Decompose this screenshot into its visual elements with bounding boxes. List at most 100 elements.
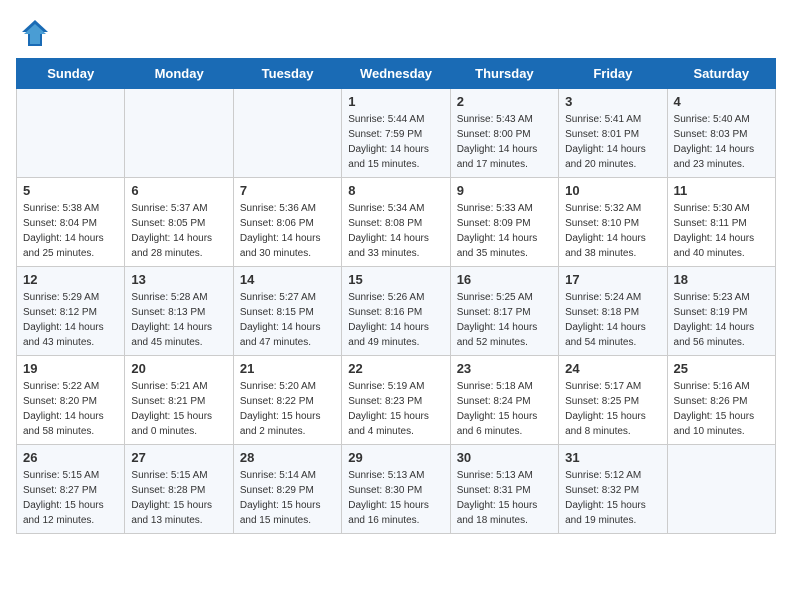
weekday-header-row: SundayMondayTuesdayWednesdayThursdayFrid… xyxy=(17,59,776,89)
day-info: Sunrise: 5:32 AM Sunset: 8:10 PM Dayligh… xyxy=(565,201,660,261)
day-number: 4 xyxy=(674,94,769,109)
day-number: 18 xyxy=(674,272,769,287)
day-number: 17 xyxy=(565,272,660,287)
day-info: Sunrise: 5:16 AM Sunset: 8:26 PM Dayligh… xyxy=(674,379,769,439)
calendar-table: SundayMondayTuesdayWednesdayThursdayFrid… xyxy=(16,58,776,534)
day-number: 7 xyxy=(240,183,335,198)
day-number: 25 xyxy=(674,361,769,376)
calendar-cell: 3 Sunrise: 5:41 AM Sunset: 8:01 PM Daylig… xyxy=(559,89,667,178)
day-info: Sunrise: 5:12 AM Sunset: 8:32 PM Dayligh… xyxy=(565,468,660,528)
calendar-cell: 11Sunrise: 5:30 AM Sunset: 8:11 PM Dayli… xyxy=(667,178,775,267)
day-info: Sunrise: 5:33 AM Sunset: 8:09 PM Dayligh… xyxy=(457,201,552,261)
weekday-header-wednesday: Wednesday xyxy=(342,59,450,89)
day-number: 14 xyxy=(240,272,335,287)
calendar-cell: 8Sunrise: 5:34 AM Sunset: 8:08 PM Daylig… xyxy=(342,178,450,267)
day-number: 9 xyxy=(457,183,552,198)
day-info: Sunrise: 5:40 AM Sunset: 8:03 PM Dayligh… xyxy=(674,112,769,172)
calendar-week-row: 19Sunrise: 5:22 AM Sunset: 8:20 PM Dayli… xyxy=(17,356,776,445)
calendar-cell xyxy=(233,89,341,178)
weekday-header-monday: Monday xyxy=(125,59,233,89)
day-info: Sunrise: 5:38 AM Sunset: 8:04 PM Dayligh… xyxy=(23,201,118,261)
calendar-cell: 12Sunrise: 5:29 AM Sunset: 8:12 PM Dayli… xyxy=(17,267,125,356)
day-info: Sunrise: 5:37 AM Sunset: 8:05 PM Dayligh… xyxy=(131,201,226,261)
day-info: Sunrise: 5:22 AM Sunset: 8:20 PM Dayligh… xyxy=(23,379,118,439)
calendar-cell xyxy=(17,89,125,178)
day-info: Sunrise: 5:19 AM Sunset: 8:23 PM Dayligh… xyxy=(348,379,443,439)
calendar-cell: 15 Sunrise: 5:26 AM Sunset: 8:16 PM Dayli… xyxy=(342,267,450,356)
calendar-cell xyxy=(667,445,775,534)
calendar-week-row: 1 Sunrise: 5:44 AM Sunset: 7:59 PM Daylig… xyxy=(17,89,776,178)
day-number: 20 xyxy=(131,361,226,376)
weekday-header-tuesday: Tuesday xyxy=(233,59,341,89)
calendar-cell: 1 Sunrise: 5:44 AM Sunset: 7:59 PM Daylig… xyxy=(342,89,450,178)
day-info: Sunrise: 5:14 AM Sunset: 8:29 PM Dayligh… xyxy=(240,468,335,528)
day-number: 23 xyxy=(457,361,552,376)
calendar-cell: 10Sunrise: 5:32 AM Sunset: 8:10 PM Dayli… xyxy=(559,178,667,267)
day-number: 1 xyxy=(348,94,443,109)
day-info: Sunrise: 5:41 AM Sunset: 8:01 PM Dayligh… xyxy=(565,112,660,172)
calendar-cell xyxy=(125,89,233,178)
calendar-cell: 17 Sunrise: 5:24 AM Sunset: 8:18 PM Dayli… xyxy=(559,267,667,356)
day-info: Sunrise: 5:13 AM Sunset: 8:31 PM Dayligh… xyxy=(457,468,552,528)
day-number: 22 xyxy=(348,361,443,376)
weekday-header-sunday: Sunday xyxy=(17,59,125,89)
calendar-cell: 26 Sunrise: 5:15 AM Sunset: 8:27 PM Dayli… xyxy=(17,445,125,534)
day-number: 13 xyxy=(131,272,226,287)
day-info: Sunrise: 5:15 AM Sunset: 8:27 PM Dayligh… xyxy=(23,468,118,528)
day-number: 6 xyxy=(131,183,226,198)
calendar-cell: 6 Sunrise: 5:37 AM Sunset: 8:05 PM Daylig… xyxy=(125,178,233,267)
calendar-week-row: 12Sunrise: 5:29 AM Sunset: 8:12 PM Dayli… xyxy=(17,267,776,356)
calendar-cell: 7 Sunrise: 5:36 AM Sunset: 8:06 PM Daylig… xyxy=(233,178,341,267)
day-info: Sunrise: 5:17 AM Sunset: 8:25 PM Dayligh… xyxy=(565,379,660,439)
day-number: 28 xyxy=(240,450,335,465)
day-number: 3 xyxy=(565,94,660,109)
calendar-cell: 28 Sunrise: 5:14 AM Sunset: 8:29 PM Dayli… xyxy=(233,445,341,534)
day-number: 16 xyxy=(457,272,552,287)
calendar-cell: 29Sunrise: 5:13 AM Sunset: 8:30 PM Dayli… xyxy=(342,445,450,534)
day-number: 5 xyxy=(23,183,118,198)
calendar-cell: 25 Sunrise: 5:16 AM Sunset: 8:26 PM Dayli… xyxy=(667,356,775,445)
calendar-cell: 2 Sunrise: 5:43 AM Sunset: 8:00 PM Daylig… xyxy=(450,89,558,178)
logo xyxy=(20,18,54,48)
day-info: Sunrise: 5:15 AM Sunset: 8:28 PM Dayligh… xyxy=(131,468,226,528)
calendar-cell: 21Sunrise: 5:20 AM Sunset: 8:22 PM Dayli… xyxy=(233,356,341,445)
day-info: Sunrise: 5:36 AM Sunset: 8:06 PM Dayligh… xyxy=(240,201,335,261)
day-info: Sunrise: 5:29 AM Sunset: 8:12 PM Dayligh… xyxy=(23,290,118,350)
calendar-cell: 9 Sunrise: 5:33 AM Sunset: 8:09 PM Daylig… xyxy=(450,178,558,267)
day-number: 26 xyxy=(23,450,118,465)
day-info: Sunrise: 5:25 AM Sunset: 8:17 PM Dayligh… xyxy=(457,290,552,350)
day-info: Sunrise: 5:44 AM Sunset: 7:59 PM Dayligh… xyxy=(348,112,443,172)
day-info: Sunrise: 5:20 AM Sunset: 8:22 PM Dayligh… xyxy=(240,379,335,439)
day-number: 30 xyxy=(457,450,552,465)
calendar-cell: 30 Sunrise: 5:13 AM Sunset: 8:31 PM Dayli… xyxy=(450,445,558,534)
day-info: Sunrise: 5:28 AM Sunset: 8:13 PM Dayligh… xyxy=(131,290,226,350)
calendar-cell: 5 Sunrise: 5:38 AM Sunset: 8:04 PM Daylig… xyxy=(17,178,125,267)
weekday-header-thursday: Thursday xyxy=(450,59,558,89)
day-number: 2 xyxy=(457,94,552,109)
weekday-header-friday: Friday xyxy=(559,59,667,89)
calendar-week-row: 5 Sunrise: 5:38 AM Sunset: 8:04 PM Daylig… xyxy=(17,178,776,267)
day-info: Sunrise: 5:18 AM Sunset: 8:24 PM Dayligh… xyxy=(457,379,552,439)
calendar-wrapper: SundayMondayTuesdayWednesdayThursdayFrid… xyxy=(0,58,792,550)
calendar-cell: 24 Sunrise: 5:17 AM Sunset: 8:25 PM Dayli… xyxy=(559,356,667,445)
calendar-week-row: 26 Sunrise: 5:15 AM Sunset: 8:27 PM Dayli… xyxy=(17,445,776,534)
day-info: Sunrise: 5:21 AM Sunset: 8:21 PM Dayligh… xyxy=(131,379,226,439)
day-number: 11 xyxy=(674,183,769,198)
day-info: Sunrise: 5:23 AM Sunset: 8:19 PM Dayligh… xyxy=(674,290,769,350)
day-number: 27 xyxy=(131,450,226,465)
calendar-cell: 16 Sunrise: 5:25 AM Sunset: 8:17 PM Dayli… xyxy=(450,267,558,356)
calendar-cell: 27 Sunrise: 5:15 AM Sunset: 8:28 PM Dayli… xyxy=(125,445,233,534)
day-number: 15 xyxy=(348,272,443,287)
day-info: Sunrise: 5:43 AM Sunset: 8:00 PM Dayligh… xyxy=(457,112,552,172)
calendar-cell: 4 Sunrise: 5:40 AM Sunset: 8:03 PM Daylig… xyxy=(667,89,775,178)
calendar-cell: 31 Sunrise: 5:12 AM Sunset: 8:32 PM Dayli… xyxy=(559,445,667,534)
calendar-cell: 19Sunrise: 5:22 AM Sunset: 8:20 PM Dayli… xyxy=(17,356,125,445)
calendar-cell: 20 Sunrise: 5:21 AM Sunset: 8:21 PM Dayli… xyxy=(125,356,233,445)
day-number: 31 xyxy=(565,450,660,465)
calendar-cell: 22 Sunrise: 5:19 AM Sunset: 8:23 PM Dayli… xyxy=(342,356,450,445)
day-number: 29 xyxy=(348,450,443,465)
day-info: Sunrise: 5:26 AM Sunset: 8:16 PM Dayligh… xyxy=(348,290,443,350)
day-info: Sunrise: 5:24 AM Sunset: 8:18 PM Dayligh… xyxy=(565,290,660,350)
calendar-cell: 23 Sunrise: 5:18 AM Sunset: 8:24 PM Dayli… xyxy=(450,356,558,445)
day-number: 24 xyxy=(565,361,660,376)
